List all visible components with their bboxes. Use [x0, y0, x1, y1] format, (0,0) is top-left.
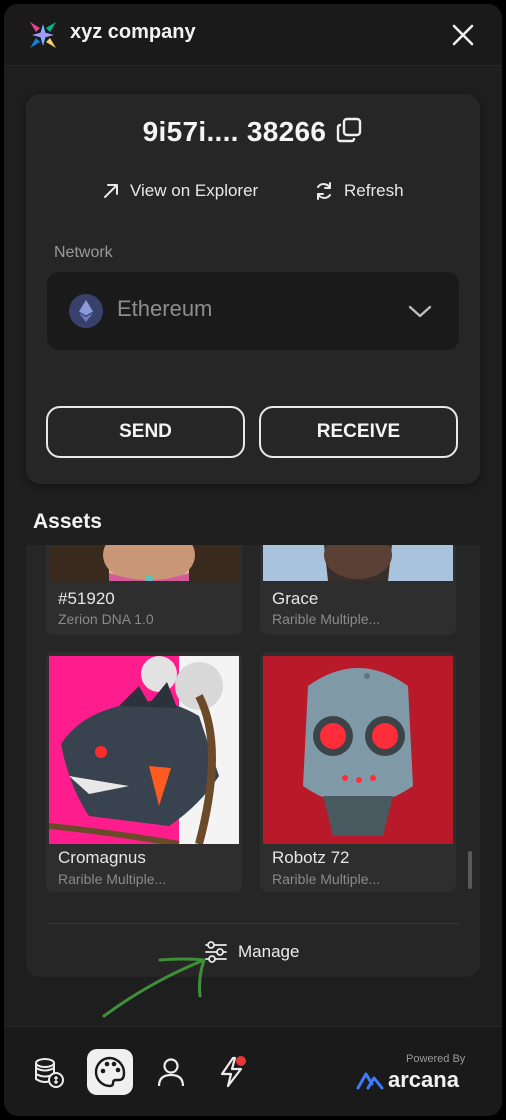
refresh-label: Refresh — [344, 181, 404, 200]
nft-palette-icon — [94, 1056, 126, 1088]
nft-collection: Rarible Multiple... — [272, 611, 381, 627]
nft-name: Cromagnus — [58, 848, 146, 867]
nft-card[interactable]: #51920 Zerion DNA 1.0 — [46, 545, 242, 635]
view-on-explorer-link[interactable]: View on Explorer — [102, 176, 258, 206]
ethereum-icon — [69, 294, 103, 328]
arcana-logo: arcana — [356, 1067, 459, 1093]
nft-name: Robotz 72 — [272, 848, 350, 867]
nav-nft[interactable] — [87, 1049, 133, 1095]
assets-panel: #51920 Zerion DNA 1.0 Grace Rarible Mult… — [26, 545, 480, 977]
nft-image — [49, 545, 239, 581]
nft-name: #51920 — [58, 589, 115, 608]
wallet-card: 9i57i.... 38266 View on Explorer Refresh — [26, 94, 480, 484]
header: xyz company — [4, 4, 502, 66]
receive-button[interactable]: RECEIVE — [259, 406, 458, 458]
nft-collection: Rarible Multiple... — [58, 871, 167, 887]
assets-title: Assets — [33, 510, 102, 533]
nft-collection: Zerion DNA 1.0 — [58, 611, 154, 627]
nft-image — [49, 656, 239, 844]
close-icon[interactable] — [448, 20, 478, 50]
view-on-explorer-label: View on Explorer — [130, 181, 259, 200]
refresh-icon — [317, 182, 331, 200]
wallet-links: View on Explorer Refresh — [26, 176, 480, 206]
network-select[interactable]: Ethereum — [47, 272, 459, 350]
profile-icon — [157, 1058, 185, 1087]
chevron-down-icon — [408, 305, 432, 318]
nft-card[interactable]: Robotz 72 Rarible Multiple... — [260, 652, 456, 892]
tokens-icon — [35, 1058, 64, 1088]
refresh-button[interactable]: Refresh — [314, 176, 404, 206]
activity-icon — [220, 1056, 246, 1088]
nft-card[interactable]: Grace Rarible Multiple... — [260, 545, 456, 635]
annotation-arrow-icon — [102, 957, 206, 1018]
network-label: Network — [54, 244, 113, 261]
nft-card[interactable]: Cromagnus Rarible Multiple... — [46, 652, 242, 892]
assets-scrollbar[interactable] — [468, 851, 472, 889]
nft-image — [263, 545, 453, 581]
wallet-address: 9i57i.... 38266 — [142, 116, 327, 147]
copy-icon[interactable] — [335, 116, 363, 144]
address-row: 9i57i.... 38266 — [26, 116, 480, 160]
send-button[interactable]: SEND — [46, 406, 245, 458]
manage-label: Manage — [238, 942, 300, 961]
nav-activity[interactable] — [209, 1049, 255, 1095]
nav-profile[interactable] — [148, 1049, 194, 1095]
company-name: xyz company — [70, 21, 196, 43]
nft-collection: Rarible Multiple... — [272, 871, 381, 887]
xyz-logo-icon — [30, 22, 56, 48]
external-arrow-icon — [104, 184, 118, 198]
arcana-brand: arcana — [388, 1067, 459, 1092]
network-value: Ethereum — [117, 296, 213, 321]
bottom-nav: Powered By arcana — [4, 1026, 502, 1116]
powered-by-label: Powered By — [406, 1053, 466, 1065]
assets-grid: #51920 Zerion DNA 1.0 Grace Rarible Mult… — [26, 545, 480, 897]
nft-image — [263, 656, 453, 844]
divider — [47, 923, 459, 924]
nft-name: Grace — [272, 589, 319, 608]
arcana-logo-icon — [356, 1072, 384, 1090]
wallet-window: xyz company 9i57i.... 38266 View on Expl… — [4, 4, 502, 1116]
nav-tokens[interactable] — [26, 1049, 72, 1095]
